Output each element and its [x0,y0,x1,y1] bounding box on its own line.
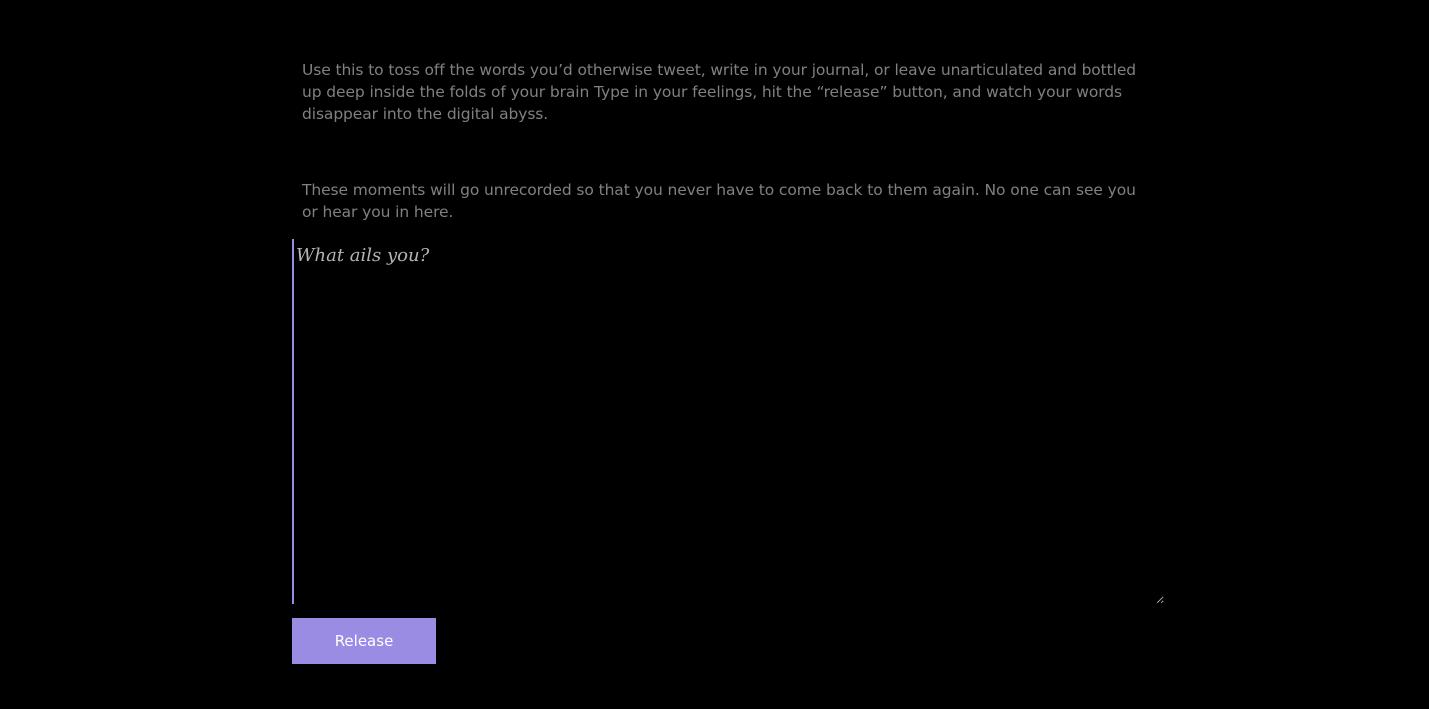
release-button[interactable]: Release [292,618,436,664]
intro-paragraph-1: Use this to toss off the words you’d oth… [302,61,1137,123]
intro-paragraph-2: These moments will go unrecorded so that… [302,181,1136,221]
feelings-textarea[interactable] [292,239,1164,604]
